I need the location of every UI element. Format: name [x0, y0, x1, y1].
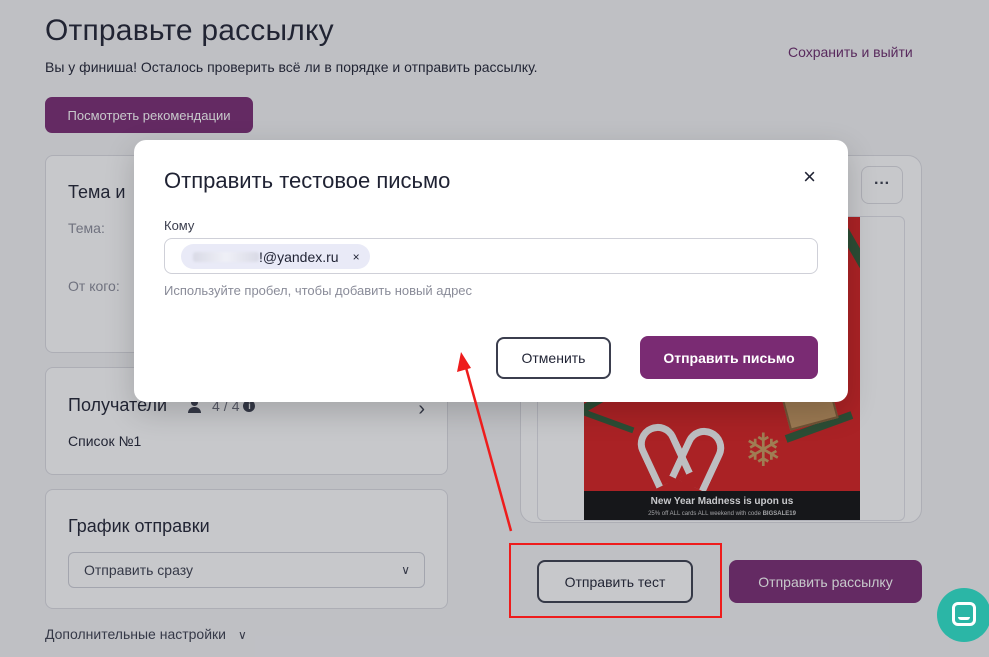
- annotation-arrow: [457, 352, 513, 532]
- send-campaign-page: Отправьте рассылку Вы у финиша! Осталось…: [0, 0, 989, 657]
